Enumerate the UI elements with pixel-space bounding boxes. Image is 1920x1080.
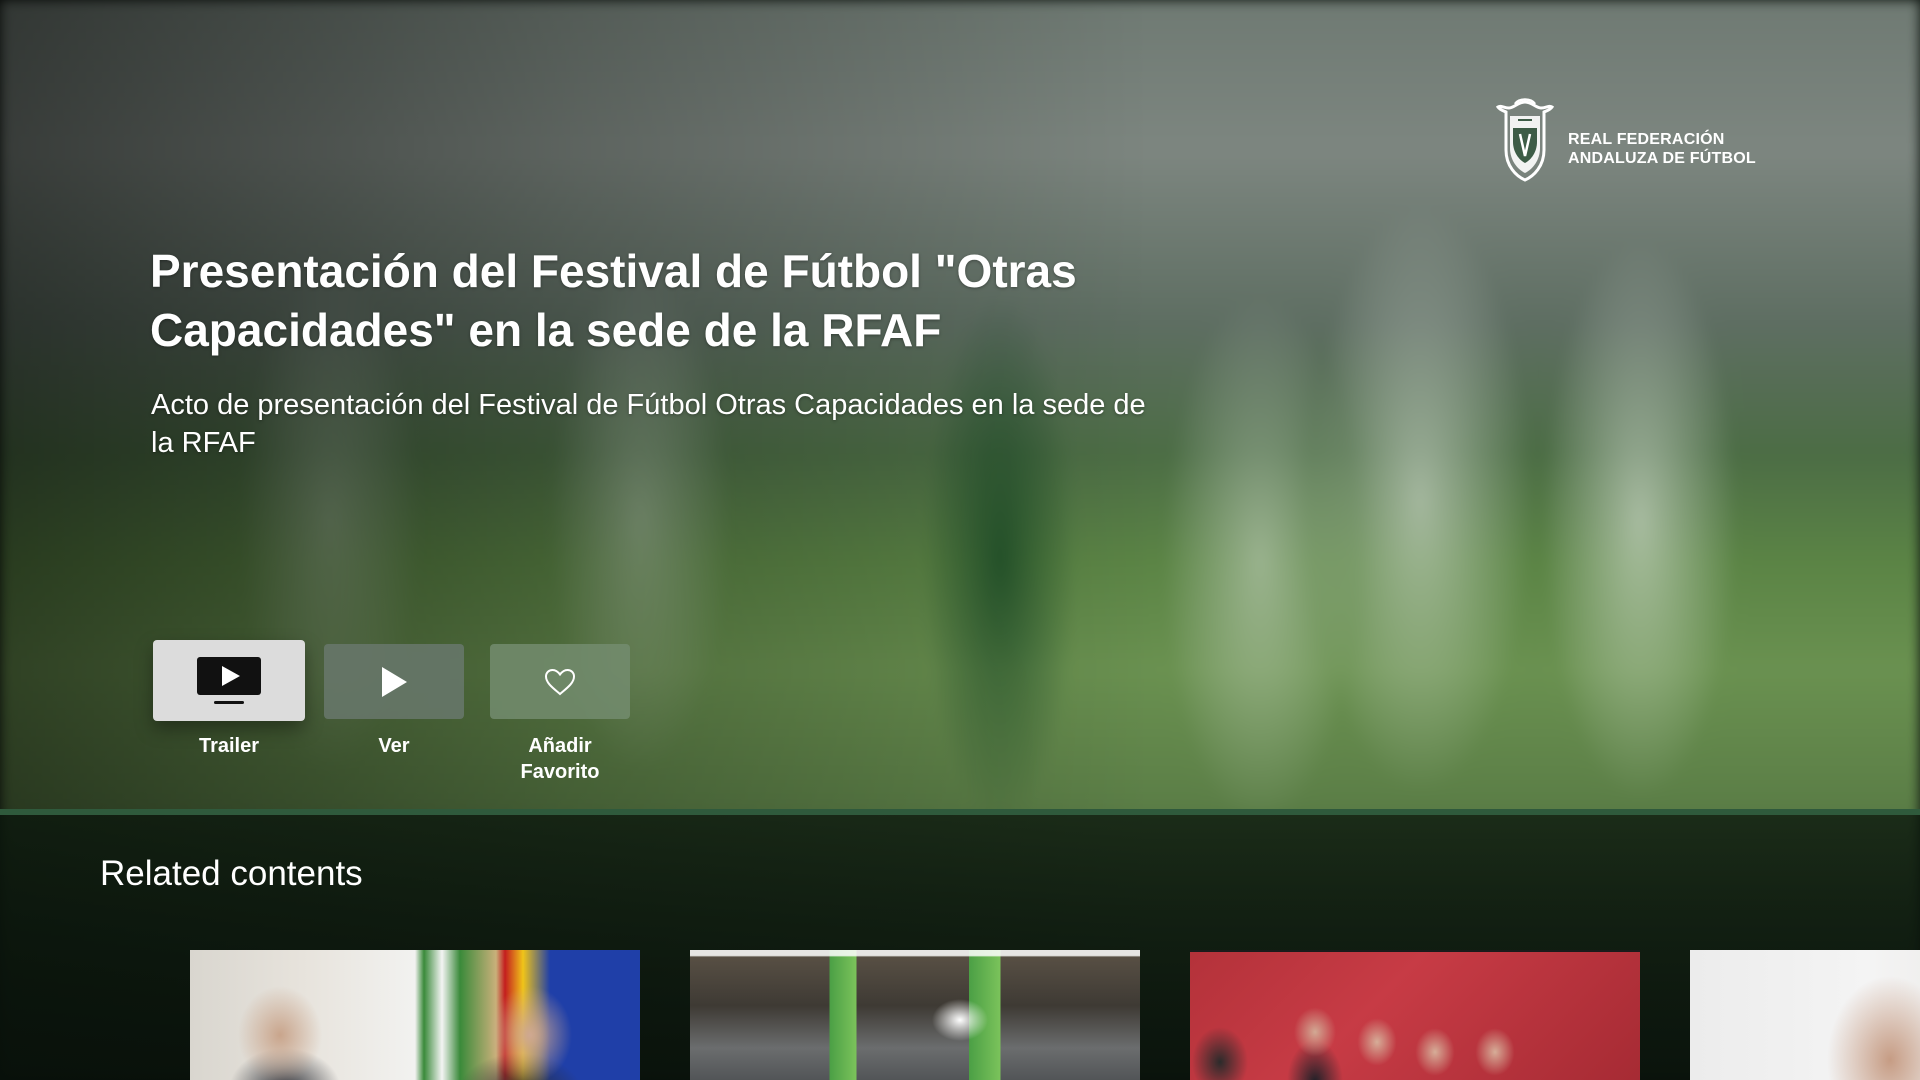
add-favorite-button[interactable]: Añadir Favorito [490, 644, 630, 785]
add-favorite-label: Añadir Favorito [520, 735, 600, 783]
related-contents-heading: Related contents [100, 854, 363, 893]
play-label: Ver [378, 735, 410, 757]
play-button-face[interactable] [324, 644, 464, 719]
detail-screen: REAL FEDERACIÓN ANDALUZA DE FÚTBOL Prese… [0, 0, 1920, 1080]
tv-play-icon [197, 656, 261, 704]
heart-icon [544, 668, 576, 695]
trailer-label: Trailer [198, 735, 260, 757]
trailer-button[interactable]: Trailer [153, 640, 305, 759]
play-button[interactable]: Ver [324, 644, 464, 759]
federation-name-line2: ANDALUZA DE FÚTBOL [1568, 150, 1756, 167]
federation-name: REAL FEDERACIÓN ANDALUZA DE FÚTBOL [1568, 130, 1756, 168]
related-item-2-thumbnail[interactable] [690, 950, 1140, 1080]
trailer-button-face[interactable] [153, 640, 305, 721]
content-title: Presentación del Festival de Fútbol "Otr… [150, 245, 1077, 356]
related-item-3-thumbnail[interactable] [1190, 950, 1640, 1080]
federation-crest-icon [1495, 98, 1555, 182]
related-contents-row [0, 950, 1920, 1080]
add-favorite-button-face[interactable] [490, 644, 630, 719]
related-item-1-thumbnail[interactable] [190, 950, 640, 1080]
related-item-4-thumbnail[interactable] [1690, 950, 1920, 1080]
federation-logo: REAL FEDERACIÓN ANDALUZA DE FÚTBOL [1488, 98, 1756, 184]
play-icon [382, 666, 407, 697]
content-description: Acto de presentación del Festival de Fút… [151, 389, 1146, 459]
federation-name-line1: REAL FEDERACIÓN [1568, 131, 1725, 148]
section-divider [0, 809, 1920, 815]
